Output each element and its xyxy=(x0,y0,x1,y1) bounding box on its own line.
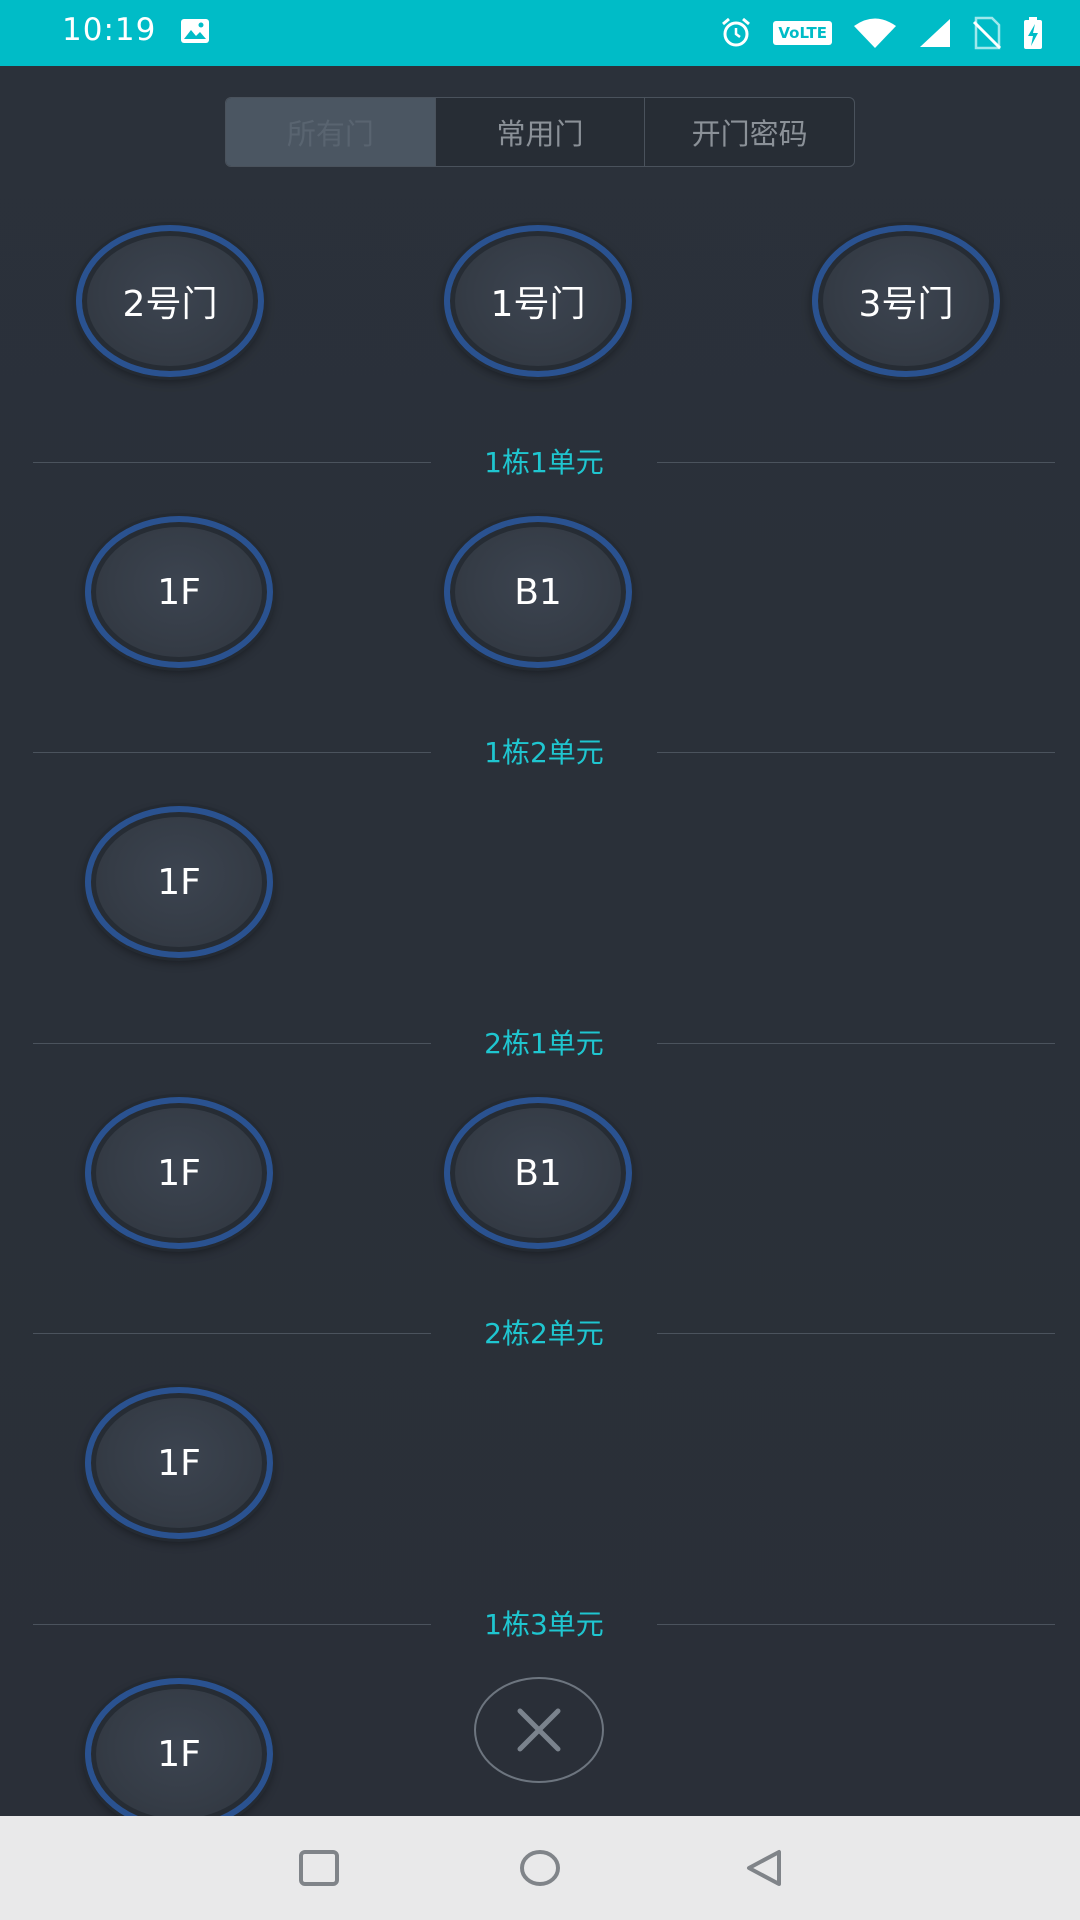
gate-button-1[interactable]: 1号门 xyxy=(444,225,632,377)
section-divider: 1栋2单元 xyxy=(33,733,1055,773)
back-button[interactable] xyxy=(740,1846,788,1890)
section-title: 1栋3单元 xyxy=(484,1608,604,1641)
divider-line xyxy=(657,462,1055,463)
divider-line xyxy=(657,1624,1055,1625)
system-nav-bar xyxy=(0,1816,1080,1920)
door-button[interactable]: 1F xyxy=(85,1678,273,1830)
tab-all-doors[interactable]: 所有门 xyxy=(226,98,436,166)
alarm-icon xyxy=(722,17,751,47)
status-bar: 10:19 VoLTE xyxy=(0,0,1080,66)
status-icons: VoLTE xyxy=(719,14,1044,52)
door-button[interactable]: 1F xyxy=(85,1387,273,1539)
close-button[interactable] xyxy=(474,1677,604,1783)
divider-line xyxy=(657,1043,1055,1044)
door-tabs: 所有门 常用门 开门密码 xyxy=(225,97,855,167)
close-icon xyxy=(517,1708,561,1752)
volte-icon: VoLTE xyxy=(773,21,832,45)
tab-door-password[interactable]: 开门密码 xyxy=(645,98,854,166)
back-triangle-icon xyxy=(747,1850,781,1886)
door-button[interactable]: B1 xyxy=(444,516,632,668)
door-button[interactable]: 1F xyxy=(85,1097,273,1249)
battery-charging-icon xyxy=(1024,17,1042,49)
divider-line xyxy=(657,752,1055,753)
recents-button[interactable] xyxy=(295,1846,343,1890)
status-time: 10:19 xyxy=(62,12,157,48)
tab-frequent-doors[interactable]: 常用门 xyxy=(436,98,646,166)
home-button[interactable] xyxy=(516,1846,564,1890)
gate-button-3[interactable]: 3号门 xyxy=(812,225,1000,377)
section-title: 1栋1单元 xyxy=(484,446,604,479)
section-divider: 1栋1单元 xyxy=(33,443,1055,483)
no-sim-icon xyxy=(972,16,1002,50)
home-circle-icon xyxy=(520,1850,560,1886)
signal-icon xyxy=(920,19,950,47)
section-divider: 2栋1单元 xyxy=(33,1024,1055,1064)
section-title: 1栋2单元 xyxy=(484,736,604,769)
divider-line xyxy=(657,1333,1055,1334)
section-title: 2栋2单元 xyxy=(484,1317,604,1350)
door-access-screen: 10:19 VoLTE 所有门 常用门 开门密码 2号门 1号门 3号门 1栋1… xyxy=(0,0,1080,1920)
image-icon xyxy=(181,19,209,43)
wifi-icon xyxy=(854,18,896,48)
door-button[interactable]: B1 xyxy=(444,1097,632,1249)
recents-square-icon xyxy=(299,1850,339,1886)
section-divider: 1栋3单元 xyxy=(33,1605,1055,1645)
section-divider: 2栋2单元 xyxy=(33,1314,1055,1354)
gate-button-2[interactable]: 2号门 xyxy=(76,225,264,377)
section-title: 2栋1单元 xyxy=(484,1027,604,1060)
door-button[interactable]: 1F xyxy=(85,516,273,668)
door-button[interactable]: 1F xyxy=(85,806,273,958)
